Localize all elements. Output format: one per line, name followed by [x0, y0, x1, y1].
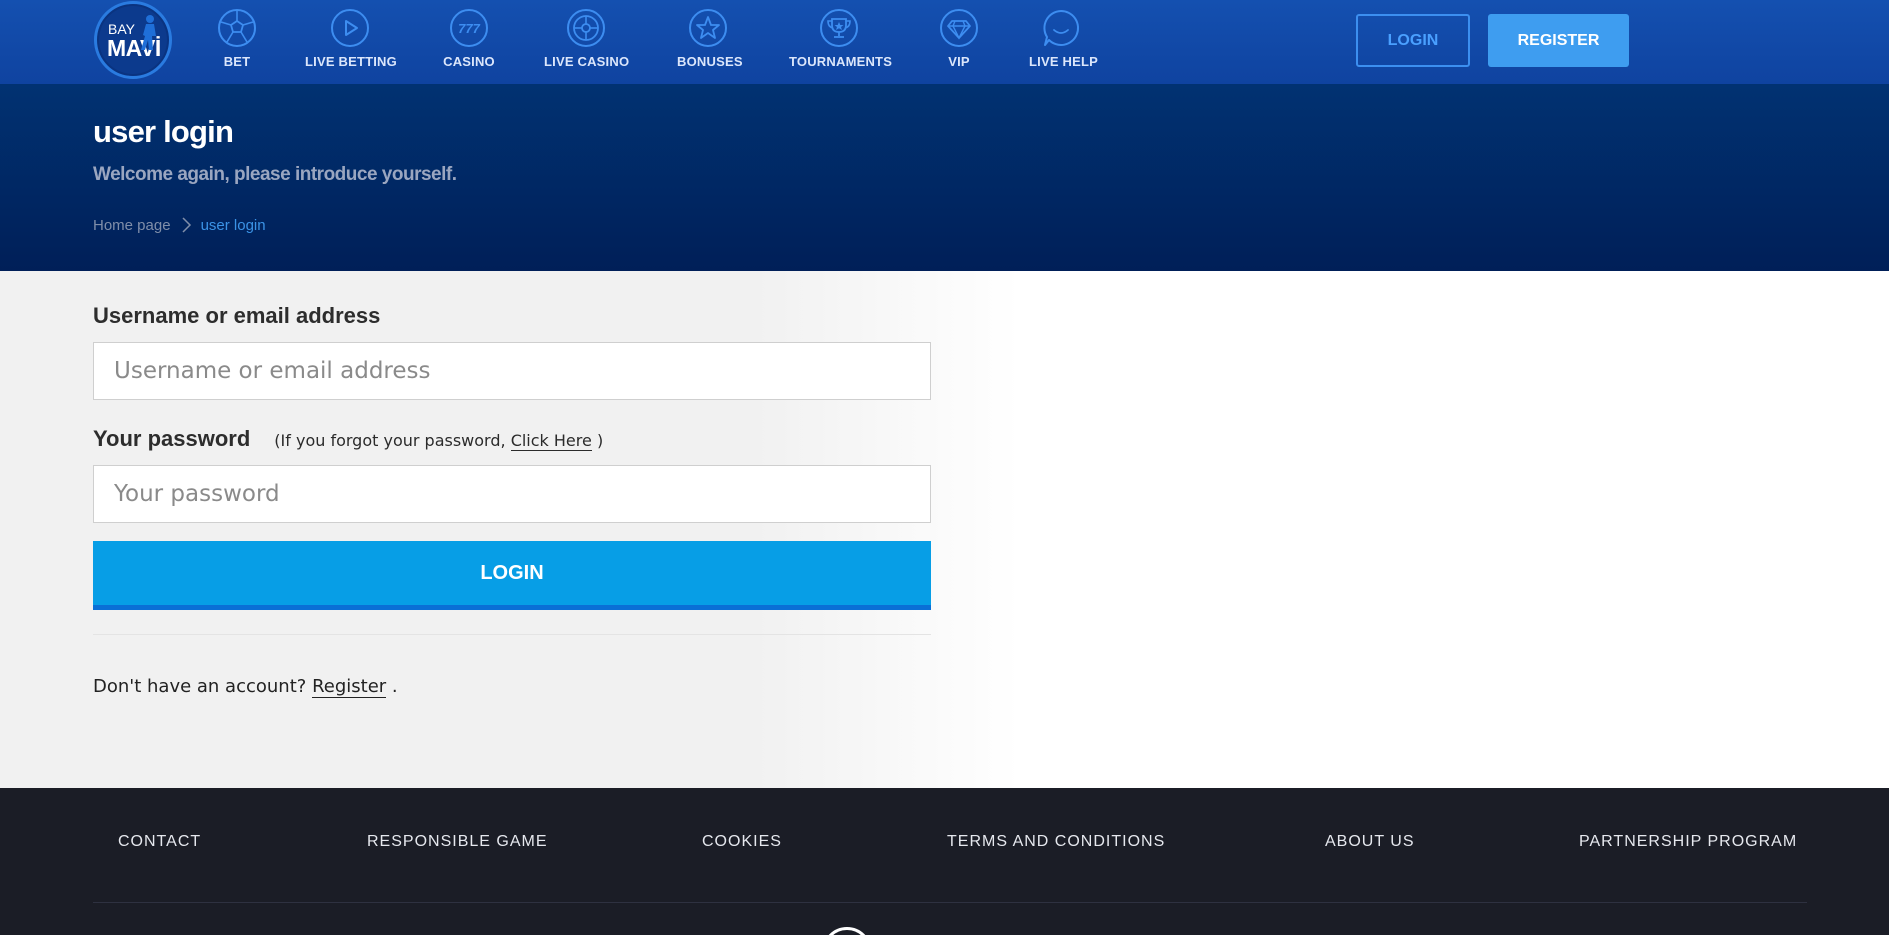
nav-item-live-help[interactable]: LIVE HELP — [1029, 8, 1098, 74]
login-submit-button[interactable]: LOGIN — [93, 541, 931, 610]
footer-link-about-us[interactable]: ABOUT US — [1325, 833, 1415, 851]
diamond-icon — [940, 9, 978, 47]
page-hero: user login Welcome again, please introdu… — [0, 84, 1889, 271]
nav-item-label: BONUSES — [677, 54, 743, 69]
nav-item-bet[interactable]: BET — [213, 8, 261, 74]
footer-link-cookies[interactable]: COOKIES — [702, 833, 782, 851]
forgot-prefix: (If you forgot your password, — [274, 431, 506, 450]
nav-item-label: CASINO — [443, 54, 495, 69]
header-register-button[interactable]: REGISTER — [1488, 14, 1629, 67]
forgot-password-hint: (If you forgot your password, Click Here… — [274, 431, 604, 451]
star-icon — [689, 9, 727, 47]
breadcrumb-current: user login — [200, 216, 266, 234]
nav-item-label: LIVE HELP — [1029, 54, 1098, 69]
svg-text:777: 777 — [458, 21, 480, 36]
password-label: Your password — [93, 426, 251, 451]
footer-link-contact[interactable]: CONTACT — [118, 833, 201, 851]
register-link[interactable]: Register — [312, 676, 387, 698]
header-login-button[interactable]: LOGIN — [1356, 14, 1470, 67]
nav-item-label: LIVE BETTING — [305, 54, 397, 69]
footer-divider — [93, 902, 1807, 903]
chat-bubble-icon — [1043, 9, 1080, 46]
nav-item-bonuses[interactable]: BONUSES — [677, 8, 743, 74]
nav-item-label: VIP — [948, 54, 970, 69]
username-label: Username or email address — [93, 303, 381, 328]
top-navigation: BAY MAVİ BET LIVE BETTING 777 CASINO LIV… — [0, 0, 1889, 84]
no-account-text: Don't have an account? Register . — [93, 676, 398, 698]
page-subtitle: Welcome again, please introduce yourself… — [93, 164, 457, 185]
login-section: Username or email address Your password … — [0, 271, 1889, 788]
chevron-right-icon — [182, 217, 191, 233]
brand-logo[interactable]: BAY MAVİ — [94, 1, 172, 79]
nav-item-live-betting[interactable]: LIVE BETTING — [305, 8, 397, 74]
forgot-suffix: ) — [596, 431, 604, 450]
football-icon — [218, 9, 256, 47]
nav-item-label: TOURNAMENTS — [789, 54, 893, 69]
no-account-prefix: Don't have an account? — [93, 676, 307, 697]
roulette-icon — [567, 9, 605, 47]
nav-item-tournaments[interactable]: TOURNAMENTS — [789, 8, 893, 74]
password-label-row: Your password (If you forgot your passwo… — [93, 426, 603, 452]
breadcrumb-home-link[interactable]: Home page — [93, 217, 171, 234]
trophy-icon — [820, 9, 858, 47]
form-divider — [93, 634, 931, 635]
footer-link-terms[interactable]: TERMS AND CONDITIONS — [947, 833, 1165, 851]
password-input[interactable] — [93, 465, 931, 523]
username-input[interactable] — [93, 342, 931, 400]
nav-item-live-casino[interactable]: LIVE CASINO — [544, 8, 630, 74]
nav-item-label: BET — [223, 54, 251, 69]
nav-item-vip[interactable]: VIP — [939, 8, 979, 74]
page-title: user login — [93, 114, 234, 149]
footer: CONTACT RESPONSIBLE GAME COOKIES TERMS A… — [0, 788, 1889, 935]
nav-item-label: LIVE CASINO — [544, 54, 630, 69]
player-silhouette-icon — [141, 15, 156, 50]
breadcrumb: Home page user login — [93, 215, 266, 235]
no-account-suffix: . — [391, 676, 398, 697]
forgot-password-link[interactable]: Click Here — [510, 431, 592, 451]
nav-item-casino[interactable]: 777 CASINO — [442, 8, 496, 74]
play-icon — [331, 9, 369, 47]
footer-link-partnership[interactable]: PARTNERSHIP PROGRAM — [1579, 833, 1797, 851]
footer-badge-icon — [822, 927, 872, 935]
footer-link-responsible-game[interactable]: RESPONSIBLE GAME — [367, 833, 548, 851]
slot-777-icon: 777 — [450, 9, 488, 47]
